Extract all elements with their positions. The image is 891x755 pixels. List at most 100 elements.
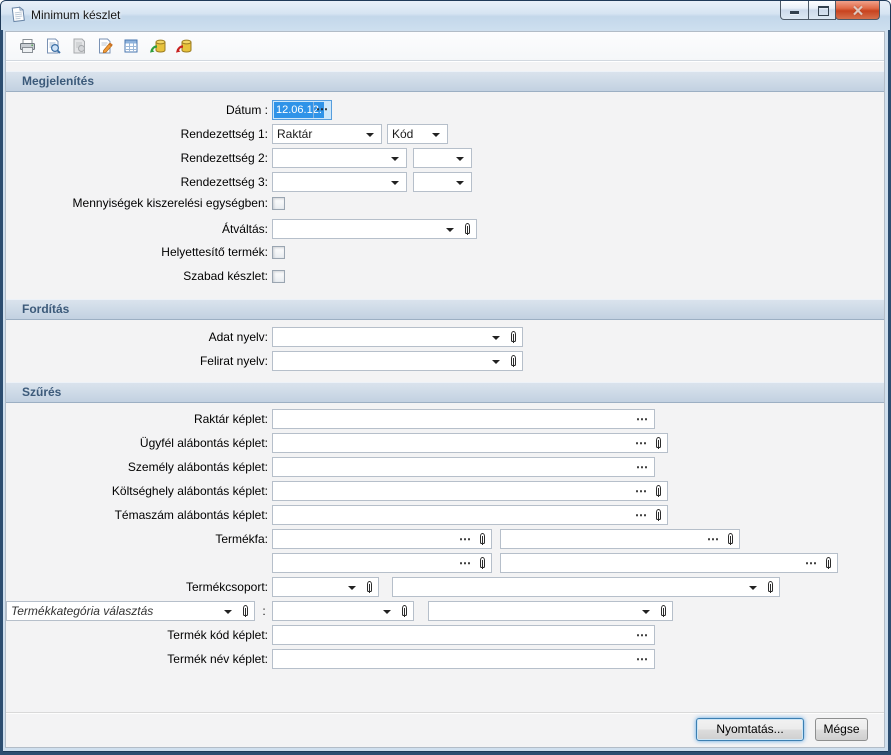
costcenter-breakdown-input[interactable]: ⋯ (272, 481, 668, 501)
section-header-translation: Fordítás (6, 299, 884, 320)
chevron-down-icon (492, 360, 500, 364)
product-group-select-1[interactable] (272, 577, 379, 597)
paperclip-icon[interactable] (510, 331, 518, 344)
print-preview-icon[interactable] (40, 34, 66, 58)
data-lang-select[interactable] (272, 327, 523, 347)
row-topic-breakdown: Témaszám alábontás képlet: ⋯ (6, 505, 884, 525)
paperclip-icon[interactable] (479, 557, 487, 570)
sort1-direction-select[interactable]: Kód (387, 124, 448, 144)
row-date: Dátum : 12.06.12. ⋯ (6, 100, 884, 120)
chevron-down-icon (224, 610, 232, 614)
browse-icon[interactable]: ⋯ (459, 555, 471, 571)
print-icon[interactable] (14, 34, 40, 58)
minimize-button[interactable] (780, 1, 809, 20)
costcenter-breakdown-label: Költséghely alábontás képlet: (6, 481, 268, 501)
row-conversion: Átváltás: (6, 219, 884, 239)
browse-icon[interactable]: ⋯ (636, 411, 648, 427)
paperclip-icon[interactable] (366, 581, 374, 594)
row-data-lang: Adat nyelv: (6, 327, 884, 347)
free-stock-checkbox[interactable] (272, 270, 285, 283)
person-breakdown-input[interactable]: ⋯ (272, 457, 655, 477)
topic-breakdown-input[interactable]: ⋯ (272, 505, 668, 525)
cancel-button[interactable]: Mégse (815, 718, 868, 741)
paperclip-icon[interactable] (242, 605, 250, 618)
document-disabled-icon[interactable] (66, 34, 92, 58)
conversion-select[interactable] (272, 219, 477, 239)
paperclip-icon[interactable] (510, 355, 518, 368)
dialog-body: Megjelenítés Dátum : 12.06.12. ⋯ Rendeze… (5, 31, 885, 748)
product-tree-input-3[interactable]: ⋯ (272, 553, 492, 573)
paperclip-icon[interactable] (655, 437, 663, 450)
row-warehouse-formula: Raktár képlet: ⋯ (6, 409, 884, 429)
data-lang-label: Adat nyelv: (6, 327, 268, 347)
product-category-select-2[interactable] (428, 601, 673, 621)
browse-icon[interactable]: ⋯ (459, 531, 471, 547)
chevron-down-icon (446, 228, 454, 232)
section-header-filter: Szűrés (6, 382, 884, 403)
edit-icon[interactable] (92, 34, 118, 58)
substitute-checkbox[interactable] (272, 246, 285, 259)
row-substitute: Helyettesítő termék: (6, 245, 884, 261)
minimize-icon (790, 11, 799, 14)
titlebar[interactable]: Minimum készlet (0, 0, 891, 30)
paperclip-icon[interactable] (655, 485, 663, 498)
paperclip-icon[interactable] (479, 533, 487, 546)
sort2-direction-select[interactable] (413, 148, 472, 168)
warehouse-formula-input[interactable]: ⋯ (272, 409, 655, 429)
browse-icon[interactable]: ⋯ (635, 507, 647, 523)
warehouse-formula-label: Raktár képlet: (6, 409, 268, 429)
sort2-label: Rendezettség 2: (6, 148, 268, 168)
browse-icon[interactable]: ⋯ (707, 531, 719, 547)
table-icon[interactable] (118, 34, 144, 58)
customer-breakdown-input[interactable]: ⋯ (272, 433, 668, 453)
sort2-primary-select[interactable] (272, 148, 407, 168)
chevron-down-icon (391, 181, 399, 185)
product-tree-input-2[interactable]: ⋯ (500, 529, 740, 549)
product-tree-label: Termékfa: (6, 529, 268, 549)
browse-icon[interactable]: ⋯ (635, 435, 647, 451)
product-code-formula-input[interactable]: ⋯ (272, 625, 655, 645)
paperclip-icon[interactable] (464, 223, 472, 236)
document-icon (9, 6, 27, 26)
database-export-icon[interactable] (144, 34, 170, 58)
chevron-down-icon (432, 133, 440, 137)
paperclip-icon[interactable] (660, 605, 668, 618)
date-input[interactable]: 12.06.12. ⋯ (272, 100, 332, 120)
browse-icon[interactable]: ⋯ (636, 627, 648, 643)
qty-unit-checkbox[interactable] (272, 197, 285, 210)
sort3-direction-select[interactable] (413, 172, 472, 192)
browse-icon[interactable]: ⋯ (635, 483, 647, 499)
sort1-primary-value: Raktár (277, 127, 312, 142)
row-sort3: Rendezettség 3: (6, 172, 884, 192)
row-costcenter-breakdown: Költséghely alábontás képlet: ⋯ (6, 481, 884, 501)
browse-icon[interactable]: ⋯ (805, 555, 817, 571)
date-browse-icon[interactable]: ⋯ (313, 102, 330, 118)
print-button[interactable]: Nyomtatás... (696, 718, 804, 741)
product-name-formula-input[interactable]: ⋯ (272, 649, 655, 669)
paperclip-icon[interactable] (825, 557, 833, 570)
product-tree-input-4[interactable]: ⋯ (500, 553, 838, 573)
browse-icon[interactable]: ⋯ (636, 651, 648, 667)
row-product-name-formula: Termék név képlet: ⋯ (6, 649, 884, 669)
paperclip-icon[interactable] (767, 581, 775, 594)
product-group-select-2[interactable] (392, 577, 780, 597)
row-caption-lang: Felirat nyelv: (6, 351, 884, 371)
product-name-formula-label: Termék név képlet: (6, 649, 268, 669)
sort3-primary-select[interactable] (272, 172, 407, 192)
maximize-button[interactable] (808, 1, 836, 20)
close-button[interactable] (835, 1, 880, 20)
product-category-select-1[interactable] (272, 601, 414, 621)
row-free-stock: Szabad készlet: (6, 269, 884, 285)
paperclip-icon[interactable] (401, 605, 409, 618)
browse-icon[interactable]: ⋯ (636, 459, 648, 475)
paperclip-icon[interactable] (655, 509, 663, 522)
database-import-icon[interactable] (170, 34, 196, 58)
sort1-primary-select[interactable]: Raktár (272, 124, 382, 144)
maximize-icon (818, 6, 829, 16)
caption-lang-select[interactable] (272, 351, 523, 371)
paperclip-icon[interactable] (727, 533, 735, 546)
row-qty-unit: Mennyiségek kiszerelési egységben: (6, 196, 884, 212)
product-category-mode-select[interactable]: Termékkategória választás (6, 601, 255, 621)
window-controls (781, 1, 880, 20)
product-tree-input-1[interactable]: ⋯ (272, 529, 492, 549)
